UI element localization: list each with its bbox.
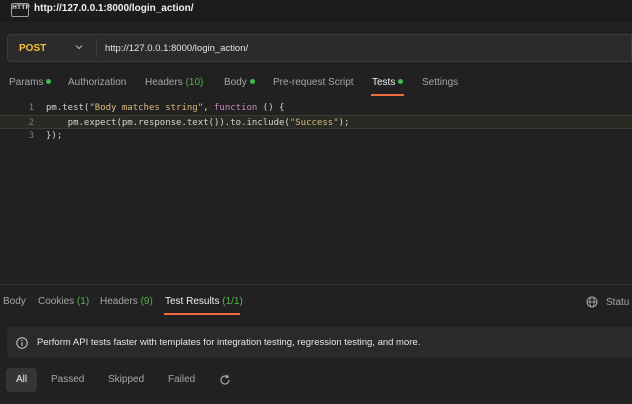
banner-text[interactable]: Perform API tests faster with templates … bbox=[37, 337, 420, 348]
line-number: 3 bbox=[28, 131, 34, 141]
tab-headers[interactable]: Headers (10) bbox=[145, 77, 203, 88]
tab-label: Headers bbox=[100, 296, 138, 307]
filter-passed[interactable]: Passed bbox=[51, 368, 84, 392]
tab-tests[interactable]: Tests bbox=[372, 77, 404, 88]
tab-response-body[interactable]: Body bbox=[3, 296, 26, 307]
chevron-down-icon[interactable] bbox=[74, 42, 84, 52]
tab-label: Params bbox=[9, 77, 44, 88]
tab-response-headers[interactable]: Headers (9) bbox=[100, 296, 153, 307]
tab-label: Test Results bbox=[165, 296, 220, 307]
code-text: pm.test("Body matches string", function … bbox=[46, 103, 285, 113]
line-number: 1 bbox=[28, 103, 34, 113]
request-title[interactable]: http://127.0.0.1:8000/login_action/ bbox=[34, 3, 194, 14]
title-bar: HTTP http://127.0.0.1:8000/login_action/ bbox=[0, 0, 632, 22]
modified-dot-icon bbox=[46, 79, 52, 84]
filter-all[interactable]: All bbox=[6, 368, 37, 392]
tab-settings[interactable]: Settings bbox=[422, 77, 458, 88]
tab-label: Headers bbox=[145, 77, 183, 88]
url-divider bbox=[96, 38, 97, 58]
modified-dot-icon bbox=[249, 79, 255, 84]
tab-label: Body bbox=[3, 296, 26, 307]
active-tab-indicator bbox=[164, 313, 240, 315]
tab-label: Tests bbox=[372, 77, 396, 88]
status-label: Statu bbox=[606, 297, 630, 308]
tab-label: Pre-request Script bbox=[273, 77, 354, 88]
tab-label: Settings bbox=[422, 77, 459, 88]
tab-count: (9) bbox=[140, 296, 153, 307]
tab-authorization[interactable]: Authorization bbox=[68, 77, 126, 88]
pane-divider[interactable] bbox=[0, 284, 632, 285]
tests-code-editor[interactable]: 1 pm.test("Body matches string", functio… bbox=[0, 98, 632, 284]
tab-count: (1/1) bbox=[222, 296, 243, 307]
info-banner: Perform API tests faster with templates … bbox=[7, 327, 632, 358]
http-request-icon: HTTP bbox=[11, 3, 30, 17]
globe-icon[interactable] bbox=[586, 296, 598, 308]
editor-line[interactable]: 3 }); bbox=[0, 129, 632, 143]
filter-skipped[interactable]: Skipped bbox=[108, 368, 144, 392]
tab-params[interactable]: Params bbox=[9, 77, 52, 88]
filter-failed[interactable]: Failed bbox=[168, 368, 195, 392]
tab-count: (1) bbox=[76, 296, 90, 307]
line-number: 2 bbox=[28, 118, 34, 128]
tab-body[interactable]: Body bbox=[224, 77, 255, 88]
tab-test-results[interactable]: Test Results (1/1) bbox=[165, 296, 243, 307]
code-text: pm.expect(pm.response.text()).to.include… bbox=[46, 118, 350, 128]
info-icon bbox=[16, 337, 28, 349]
tab-count: (10) bbox=[185, 77, 204, 88]
tab-label: Authorization bbox=[68, 77, 127, 88]
tab-label: Cookies bbox=[38, 296, 75, 307]
code-text: }); bbox=[46, 131, 63, 141]
response-tabs: Body Cookies (1) Headers (9) Test Result… bbox=[0, 292, 632, 315]
tab-cookies[interactable]: Cookies (1) bbox=[38, 296, 89, 307]
tab-label: Body bbox=[224, 77, 247, 88]
editor-line-highlighted[interactable]: 2 pm.expect(pm.response.text()).to.inclu… bbox=[0, 115, 632, 129]
url-input[interactable]: http://127.0.0.1:8000/login_action/ bbox=[105, 43, 248, 54]
url-bar: POST http://127.0.0.1:8000/login_action/ bbox=[7, 34, 632, 62]
modified-dot-icon bbox=[398, 79, 404, 84]
editor-line[interactable]: 1 pm.test("Body matches string", functio… bbox=[0, 101, 632, 115]
refresh-icon[interactable] bbox=[218, 373, 232, 387]
method-select[interactable]: POST bbox=[19, 43, 46, 54]
tab-pre-request-script[interactable]: Pre-request Script bbox=[273, 77, 354, 88]
active-tab-indicator bbox=[371, 94, 404, 96]
request-tabs: Params Authorization Headers (10) Body P… bbox=[0, 72, 632, 96]
